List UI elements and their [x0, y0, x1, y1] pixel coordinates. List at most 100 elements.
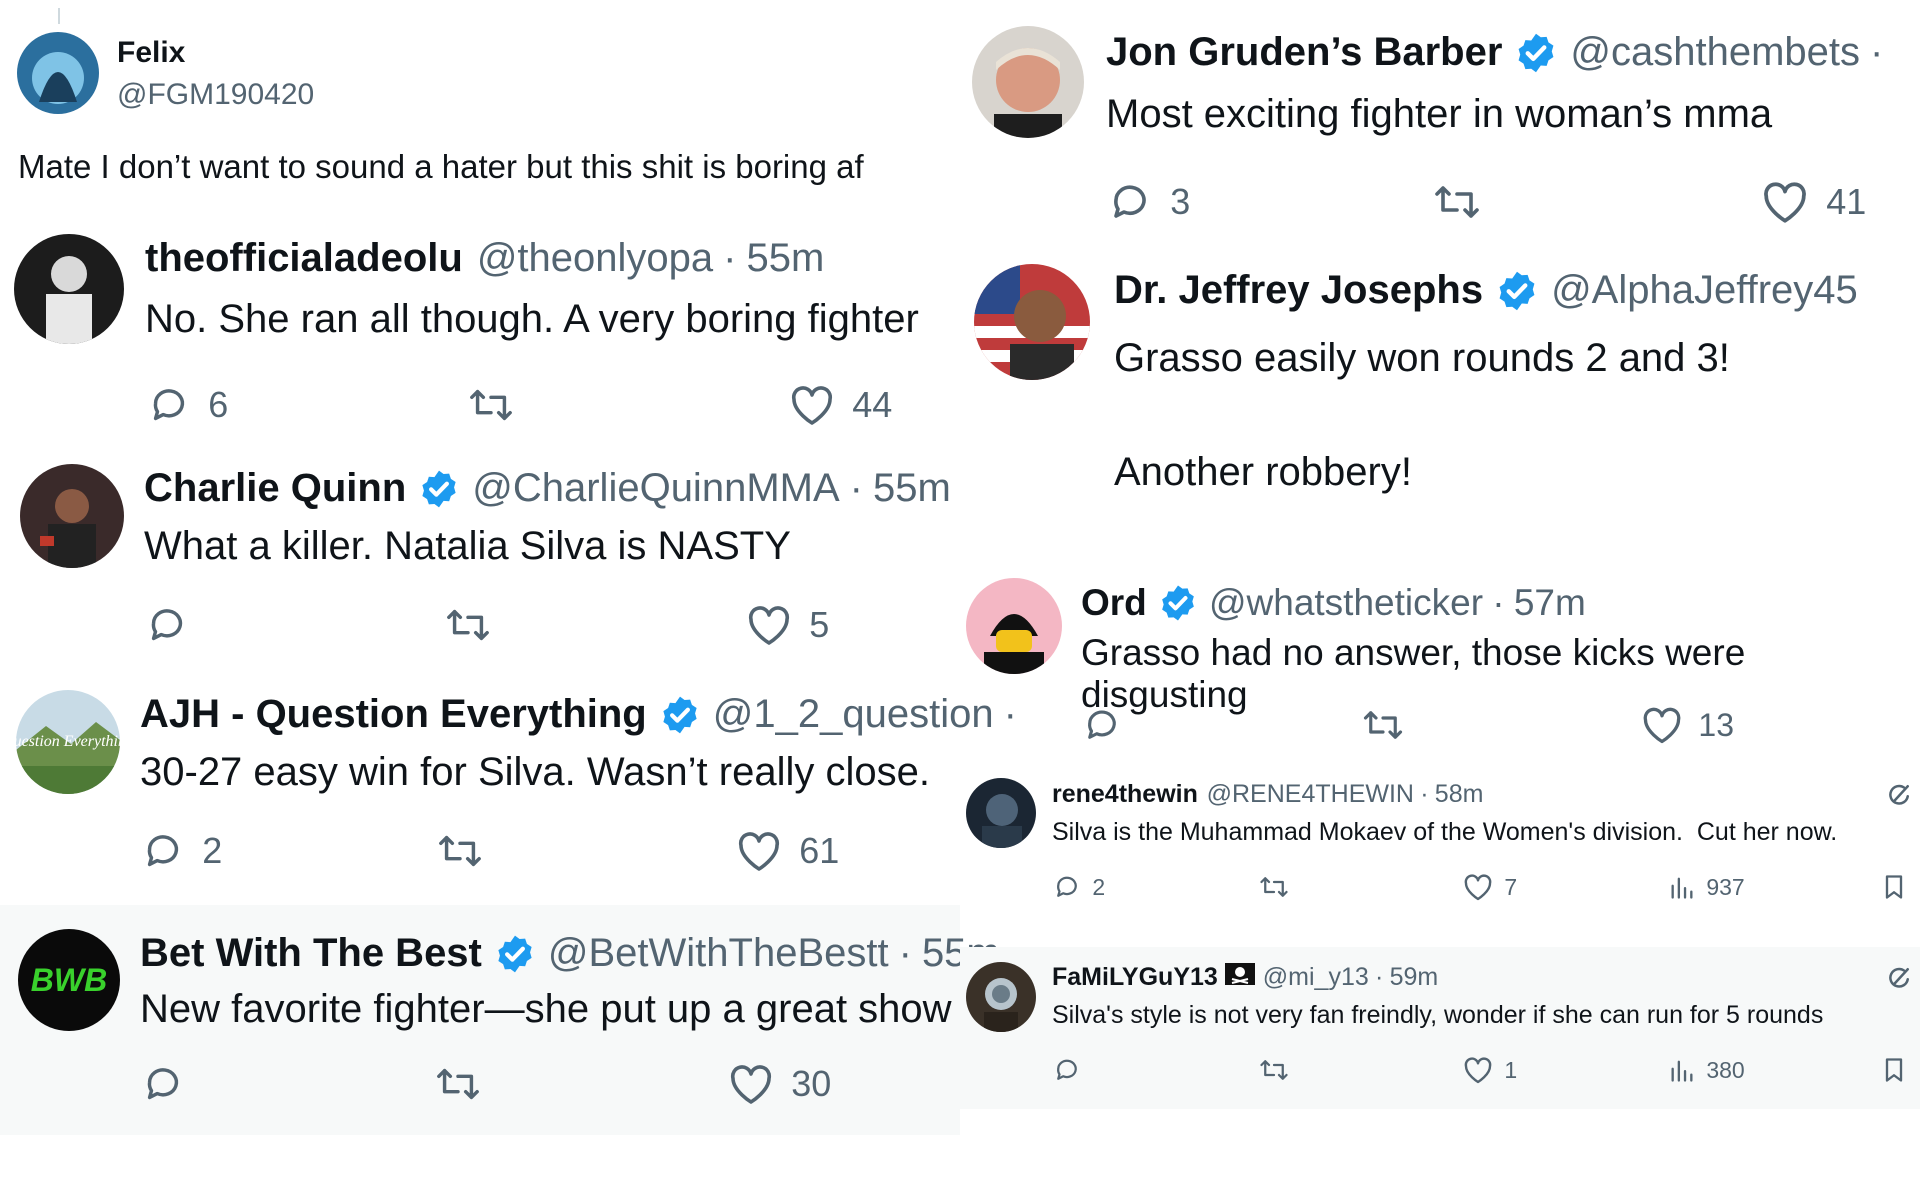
avatar[interactable]: BWB [18, 929, 120, 1031]
like-count: 1 [1504, 1056, 1518, 1083]
like-count: 61 [799, 830, 840, 871]
author-name[interactable]: Dr. Jeffrey Josephs [1114, 268, 1483, 313]
reply-button[interactable] [144, 602, 190, 648]
author-handle[interactable]: @whatstheticker [1209, 582, 1483, 624]
heart-icon [1760, 178, 1810, 226]
author-name[interactable]: Bet With The Best [140, 931, 482, 976]
reply-button[interactable] [1052, 1055, 1082, 1085]
author-handle[interactable]: @1_2_question [713, 692, 994, 737]
verified-badge-icon [418, 468, 460, 510]
avatar[interactable] [966, 578, 1062, 674]
views-button[interactable]: 380 [1668, 1055, 1745, 1085]
avatar[interactable] [966, 962, 1036, 1032]
reply-count: 2 [202, 830, 223, 871]
reply-button[interactable]: 2 [1052, 872, 1105, 902]
reply-tweet[interactable]: theofficialadeolu @theonlyopa · 55m No. … [0, 222, 960, 450]
like-button[interactable]: 7 [1462, 872, 1517, 902]
grok-icon[interactable] [1884, 780, 1914, 815]
root-tweet[interactable]: Felix @FGM190420 Mate I don’t want to so… [0, 0, 960, 210]
reply-tweet[interactable]: BWB Bet With The Best @BetWithTheBestt ·… [0, 905, 1000, 1135]
reply-button[interactable]: 2 [140, 828, 222, 874]
view-count: 380 [1706, 1056, 1745, 1083]
avatar[interactable] [20, 464, 124, 568]
retweet-button[interactable] [1359, 704, 1407, 746]
retweet-button[interactable] [434, 828, 486, 874]
reply-button[interactable] [1081, 704, 1123, 746]
verified-badge-icon [659, 694, 701, 736]
avatar[interactable] [972, 26, 1084, 138]
retweet-button[interactable] [1430, 178, 1484, 226]
heart-icon [727, 1061, 775, 1107]
like-button[interactable]: 44 [788, 382, 892, 428]
reply-tweet[interactable]: Dr. Jeffrey Josephs @AlphaJeffrey45 Gras… [960, 250, 1920, 570]
timestamp[interactable]: 57m [1514, 582, 1586, 624]
author-name[interactable]: Charlie Quinn [144, 466, 406, 511]
author-name[interactable]: Jon Gruden’s Barber [1106, 30, 1502, 75]
author-name[interactable]: rene4thewin [1052, 780, 1198, 809]
reply-icon [1106, 178, 1154, 226]
like-count: 41 [1826, 181, 1867, 222]
reply-tweet[interactable]: Ord @whatstheticker · 57m Grasso had no … [960, 570, 1920, 762]
author-handle[interactable]: @RENE4THEWIN [1207, 780, 1414, 809]
reply-tweet[interactable]: Charlie Quinn @CharlieQuinnMMA · 55m Wha… [0, 450, 960, 680]
reply-button[interactable]: 6 [146, 382, 228, 428]
retweet-icon [1257, 1055, 1291, 1085]
like-button[interactable]: 61 [735, 828, 839, 874]
retweet-button[interactable] [465, 382, 517, 428]
like-count: 5 [809, 604, 830, 645]
like-button[interactable]: 5 [745, 602, 829, 648]
verified-badge-icon [1495, 269, 1539, 313]
author-name[interactable]: theofficialadeolu [145, 236, 463, 281]
avatar[interactable] [974, 264, 1090, 380]
author-name[interactable]: FaMiLYGuY13 [1052, 963, 1218, 992]
author-handle[interactable]: @FGM190420 [117, 78, 314, 112]
views-button[interactable]: 937 [1668, 872, 1745, 902]
avatar[interactable] [966, 778, 1036, 848]
timestamp[interactable]: 58m [1435, 780, 1484, 809]
retweet-button[interactable] [1257, 1055, 1291, 1085]
tweet-text: Grasso easily won rounds 2 and 3! Anothe… [1114, 336, 1730, 494]
retweet-icon [1430, 178, 1484, 226]
timestamp[interactable]: 59m [1390, 963, 1439, 992]
author-name[interactable]: Ord [1081, 582, 1147, 624]
author-name[interactable]: AJH - Question Everything [140, 692, 647, 737]
author-handle[interactable]: @CharlieQuinnMMA [472, 466, 839, 511]
timestamp[interactable]: 55m [873, 466, 951, 511]
like-count: 30 [791, 1063, 832, 1104]
tweet-text: What a killer. Natalia Silva is NASTY [144, 524, 791, 568]
avatar[interactable] [17, 32, 99, 114]
retweet-button[interactable] [432, 1061, 484, 1107]
reply-tweet[interactable]: rene4thewin @RENE4THEWIN · 58m Silva is … [960, 762, 1920, 947]
reply-button[interactable] [140, 1061, 186, 1107]
reply-icon [144, 602, 190, 648]
like-button[interactable]: 1 [1462, 1055, 1517, 1085]
heart-icon [788, 382, 836, 428]
reply-tweet[interactable]: FaMiLYGuY13 @mi_y13 · 59m Silva's style … [960, 947, 1920, 1109]
like-button[interactable]: 13 [1640, 704, 1734, 746]
bookmark-button[interactable] [1880, 872, 1908, 902]
author-handle[interactable]: @mi_y13 [1263, 963, 1369, 992]
retweet-button[interactable] [442, 602, 494, 648]
author-handle[interactable]: @cashthembets [1570, 30, 1860, 75]
like-button[interactable]: 30 [727, 1061, 831, 1107]
like-button[interactable]: 41 [1760, 178, 1866, 226]
reply-tweet[interactable]: Question Everything AJH - Question Every… [0, 680, 1017, 905]
bookmark-button[interactable] [1880, 1055, 1908, 1085]
avatar[interactable] [14, 234, 124, 344]
avatar[interactable]: Question Everything [16, 690, 120, 794]
retweet-icon [1257, 872, 1291, 902]
author-handle[interactable]: @theonlyopa [477, 236, 713, 281]
avatar-text: Question Everything [16, 733, 120, 750]
tweet-text: New favorite fighter—she put up a great … [140, 987, 952, 1031]
reply-tweet[interactable]: Jon Gruden’s Barber @cashthembets · Most… [960, 0, 1920, 250]
author-handle[interactable]: @BetWithTheBestt [548, 931, 889, 976]
view-count: 937 [1706, 873, 1745, 900]
author-name[interactable]: Felix [117, 36, 185, 70]
author-handle[interactable]: @AlphaJeffrey45 [1551, 268, 1858, 313]
grok-icon[interactable] [1884, 963, 1914, 998]
bookmark-icon [1880, 1055, 1908, 1085]
retweet-button[interactable] [1257, 872, 1291, 902]
timestamp[interactable]: 55m [746, 236, 824, 281]
skull-flag-icon [1225, 963, 1256, 992]
reply-button[interactable]: 3 [1106, 178, 1190, 226]
